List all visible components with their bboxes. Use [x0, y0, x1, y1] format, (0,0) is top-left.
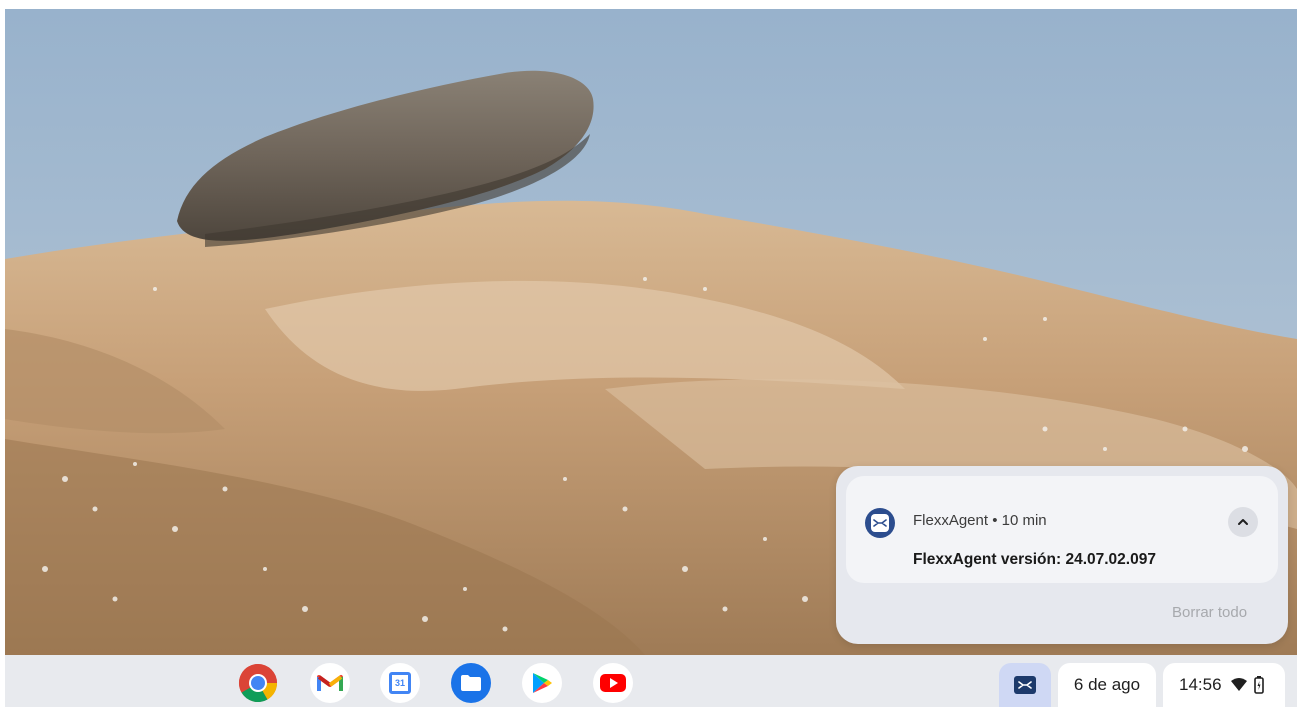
notification-header: FlexxAgent • 10 min — [913, 512, 1047, 529]
date-pill[interactable]: 6 de ago — [1058, 663, 1156, 707]
flexxagent-icon — [1018, 681, 1032, 689]
battery-icon — [1253, 676, 1264, 694]
calendar-icon[interactable]: 31 — [380, 663, 420, 703]
play-store-icon[interactable] — [522, 663, 562, 703]
status-area[interactable]: 14:56 — [1163, 663, 1285, 707]
youtube-icon[interactable] — [593, 663, 633, 703]
flexxagent-tray-icon[interactable] — [999, 663, 1051, 707]
chrome-icon[interactable] — [238, 663, 278, 703]
chevron-up-icon — [1238, 519, 1248, 525]
gmail-icon[interactable] — [310, 663, 350, 703]
clear-all-button[interactable]: Borrar todo — [1172, 604, 1247, 621]
notification-message: FlexxAgent versión: 24.07.02.097 — [913, 551, 1156, 568]
time-label: 14:56 — [1179, 675, 1222, 694]
files-icon[interactable] — [451, 663, 491, 703]
collapse-button[interactable] — [1228, 507, 1258, 537]
flexxagent-app-icon — [865, 508, 895, 538]
calendar-day: 31 — [389, 672, 411, 694]
date-label: 6 de ago — [1073, 675, 1141, 694]
wifi-icon — [1230, 678, 1247, 691]
